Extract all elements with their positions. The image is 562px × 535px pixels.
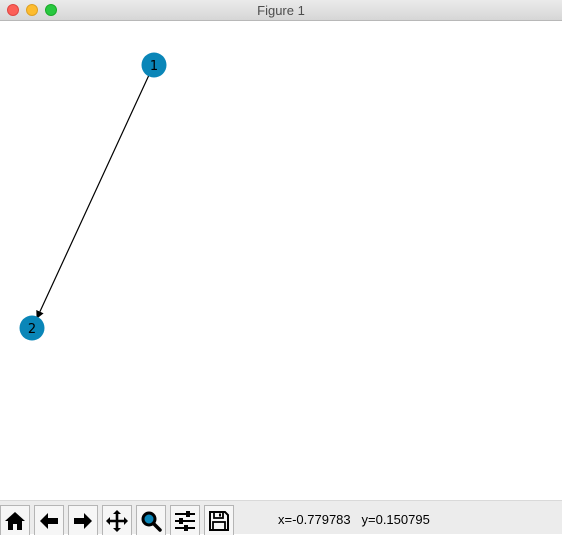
- pan-button[interactable]: [102, 505, 132, 535]
- zoom-magnifier-icon: [141, 511, 162, 532]
- home-icon: [5, 511, 25, 530]
- configure-subplots-icon: [175, 510, 195, 531]
- save-disk-icon: [209, 510, 229, 531]
- back-button[interactable]: [34, 505, 64, 535]
- forward-arrow-icon: [74, 512, 92, 529]
- forward-button[interactable]: [68, 505, 98, 535]
- graph-plot: 1 2: [19, 52, 167, 341]
- navigation-toolbar: x=-0.779783 y=0.150795: [0, 500, 562, 535]
- pan-move-icon: [106, 509, 128, 532]
- back-arrow-icon: [40, 512, 58, 529]
- window-title: Figure 1: [257, 3, 305, 18]
- cursor-coordinates: x=-0.779783 y=0.150795: [278, 512, 430, 527]
- home-button[interactable]: [0, 505, 30, 535]
- y-coordinate-readout: y=0.150795: [361, 512, 430, 527]
- node-2-label: 2: [28, 322, 36, 337]
- node-1-label: 1: [150, 59, 158, 74]
- save-button[interactable]: [204, 505, 234, 535]
- configure-subplots-button[interactable]: [170, 505, 200, 535]
- node-2: 2: [19, 315, 45, 341]
- window-titlebar: Figure 1: [0, 0, 562, 21]
- zoom-button[interactable]: [136, 505, 166, 535]
- x-coordinate-readout: x=-0.779783: [278, 512, 351, 527]
- edge-1-to-2: [36, 74, 150, 319]
- figure-canvas[interactable]: 1 2: [0, 21, 562, 500]
- node-1: 1: [141, 52, 167, 78]
